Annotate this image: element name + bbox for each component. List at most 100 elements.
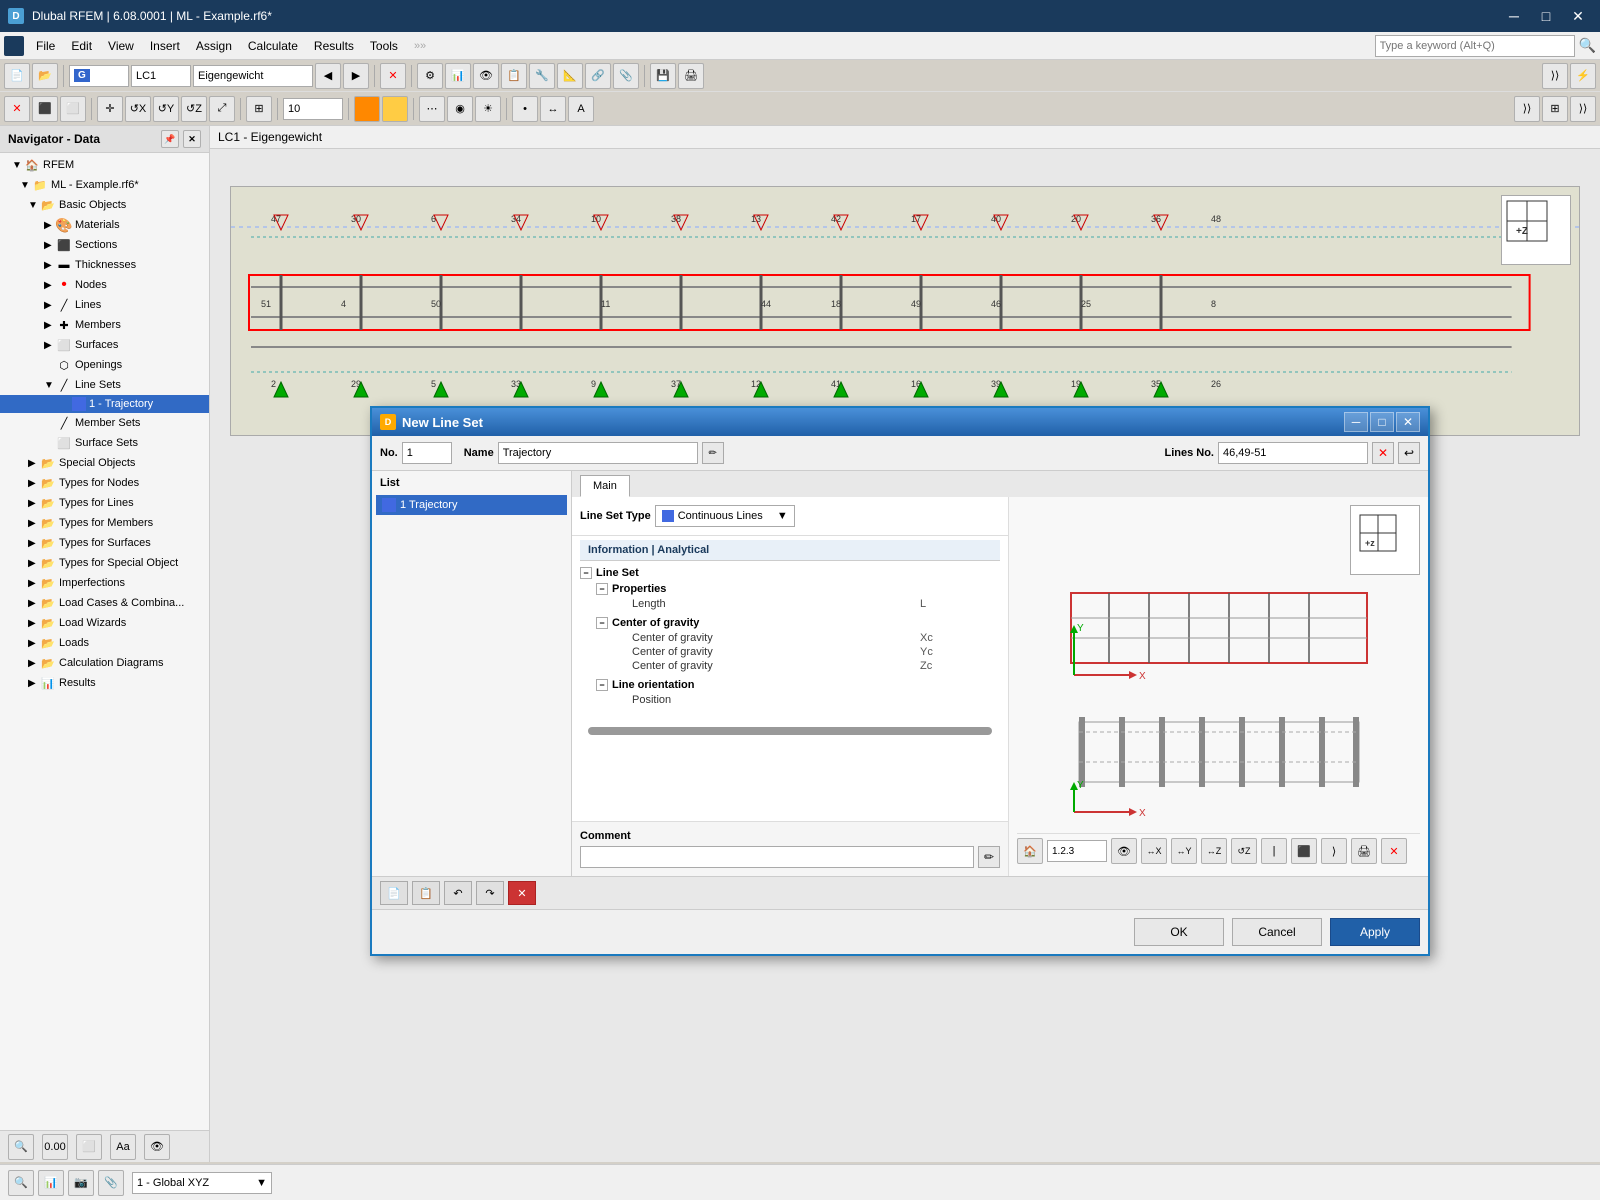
menu-file[interactable]: File bbox=[28, 35, 63, 57]
tb2-extra2[interactable]: ⟩⟩ bbox=[1570, 96, 1596, 122]
nav-btn1[interactable]: 🔍 bbox=[8, 1134, 34, 1160]
tb2-cube[interactable]: ⬛ bbox=[32, 96, 58, 122]
comment-input[interactable] bbox=[580, 846, 974, 868]
nav-types-members[interactable]: ▶ 📂 Types for Members bbox=[0, 513, 209, 533]
ok-button[interactable]: OK bbox=[1134, 918, 1224, 946]
prev-tb-home[interactable]: 🏠 bbox=[1017, 838, 1043, 864]
nav-surfaces[interactable]: ▶ ⬜ Surfaces bbox=[0, 335, 209, 355]
nav-types-nodes[interactable]: ▶ 📂 Types for Nodes bbox=[0, 473, 209, 493]
tb-icon2[interactable]: 📊 bbox=[445, 63, 471, 89]
nav-lines[interactable]: ▶ ╱ Lines bbox=[0, 295, 209, 315]
nav-btn4[interactable]: Aa bbox=[110, 1134, 136, 1160]
tb2-dim[interactable]: ↔ bbox=[540, 96, 566, 122]
nav-members[interactable]: ▶ ✚ Members bbox=[0, 315, 209, 335]
lines-no-input[interactable] bbox=[1218, 442, 1368, 464]
menu-tools[interactable]: Tools bbox=[362, 35, 406, 57]
nav-imperfections[interactable]: ▶ 📂 Imperfections bbox=[0, 573, 209, 593]
nav-btn5[interactable]: 👁 bbox=[144, 1134, 170, 1160]
dialog-maximize-btn[interactable]: □ bbox=[1370, 412, 1394, 432]
tb-icon7[interactable]: 🔗 bbox=[585, 63, 611, 89]
tb2-extra1[interactable]: ⟩⟩ bbox=[1514, 96, 1540, 122]
dtb-undo[interactable]: ↶ bbox=[444, 881, 472, 905]
nav-trajectory-item[interactable]: ▶ 1 - Trajectory bbox=[0, 395, 209, 413]
nav-sections[interactable]: ▶ ⬛ Sections bbox=[0, 235, 209, 255]
no-input[interactable] bbox=[402, 442, 452, 464]
tb-icon5[interactable]: 🔧 bbox=[529, 63, 555, 89]
dtb-new[interactable]: 📄 bbox=[380, 881, 408, 905]
tb2-roty[interactable]: ↺Y bbox=[153, 96, 179, 122]
tab-main[interactable]: Main bbox=[580, 475, 630, 497]
tb-icon8[interactable]: 📎 bbox=[613, 63, 639, 89]
prev-tb-scale[interactable]: 1.2.3 bbox=[1047, 840, 1107, 862]
name-edit-btn[interactable]: ✏ bbox=[702, 442, 724, 464]
prev-tb-rz[interactable]: ↺Z bbox=[1231, 838, 1257, 864]
nav-loadwizards[interactable]: ▶ 📂 Load Wizards bbox=[0, 613, 209, 633]
menu-calculate[interactable]: Calculate bbox=[240, 35, 306, 57]
nav-types-lines[interactable]: ▶ 📂 Types for Lines bbox=[0, 493, 209, 513]
tb-icon6[interactable]: 📐 bbox=[557, 63, 583, 89]
nav-nodes[interactable]: ▶ • Nodes bbox=[0, 275, 209, 295]
lines-reset-btn[interactable]: ↩ bbox=[1398, 442, 1420, 464]
tb-print[interactable]: 🖨 bbox=[678, 63, 704, 89]
tb2-nodes[interactable]: • bbox=[512, 96, 538, 122]
tb-icon4[interactable]: 📋 bbox=[501, 63, 527, 89]
nav-thicknesses[interactable]: ▶ ▬ Thicknesses bbox=[0, 255, 209, 275]
menu-assign[interactable]: Assign bbox=[188, 35, 240, 57]
name-input[interactable] bbox=[498, 442, 698, 464]
tb-icon3[interactable]: 👁 bbox=[473, 63, 499, 89]
prev-tb-tz[interactable]: ↔Z bbox=[1201, 838, 1227, 864]
dtb-delete[interactable]: ✕ bbox=[508, 881, 536, 905]
search-input[interactable] bbox=[1375, 35, 1575, 57]
tb2-rotz[interactable]: ↺Z bbox=[181, 96, 207, 122]
nav-btn3[interactable]: ⬜ bbox=[76, 1134, 102, 1160]
nav-special[interactable]: ▶ 📂 Special Objects bbox=[0, 453, 209, 473]
cancel-button[interactable]: Cancel bbox=[1232, 918, 1322, 946]
tb2-rotx[interactable]: ↺X bbox=[125, 96, 151, 122]
dialog-close-btn[interactable]: ✕ bbox=[1396, 412, 1420, 432]
nav-surfacesets[interactable]: ▶ ⬜ Surface Sets bbox=[0, 433, 209, 453]
prev-tb-arr[interactable]: ⟩ bbox=[1321, 838, 1347, 864]
nav-loads[interactable]: ▶ 📂 Loads bbox=[0, 633, 209, 653]
nav-types-surfaces[interactable]: ▶ 📂 Types for Surfaces bbox=[0, 533, 209, 553]
nav-linesets[interactable]: ▼ ╱ Line Sets bbox=[0, 375, 209, 395]
lc-name-box[interactable]: Eigengewicht bbox=[193, 65, 313, 87]
tb2-table[interactable]: ⊞ bbox=[1542, 96, 1568, 122]
prev-tb-ty[interactable]: ↔Y bbox=[1171, 838, 1197, 864]
tb-extra1[interactable]: ⟩⟩ bbox=[1542, 63, 1568, 89]
tb2-label[interactable]: A bbox=[568, 96, 594, 122]
canvas-drawing[interactable]: 47 30 6 34 10 38 13 42 17 40 20 36 48 51… bbox=[230, 186, 1580, 436]
tb2-render[interactable]: ◉ bbox=[447, 96, 473, 122]
dtb-copy[interactable]: 📋 bbox=[412, 881, 440, 905]
tb2-wire[interactable]: ⋯ bbox=[419, 96, 445, 122]
lineset-expand[interactable]: − bbox=[580, 567, 592, 579]
menu-insert[interactable]: Insert bbox=[142, 35, 188, 57]
lines-select-btn[interactable]: ✕ bbox=[1372, 442, 1394, 464]
tb2-cancel[interactable]: ✕ bbox=[4, 96, 30, 122]
nav-types-special[interactable]: ▶ 📂 Types for Special Object bbox=[0, 553, 209, 573]
nav-results[interactable]: ▶ 📊 Results bbox=[0, 673, 209, 693]
nav-pin-btn[interactable]: 📌 bbox=[161, 130, 179, 148]
nav-loadcases[interactable]: ▶ 📂 Load Cases & Combina... bbox=[0, 593, 209, 613]
list-item-trajectory[interactable]: 1 Trajectory bbox=[376, 495, 567, 515]
scroll-thumb[interactable] bbox=[588, 727, 992, 735]
tb2-color1[interactable] bbox=[354, 96, 380, 122]
menu-view[interactable]: View bbox=[100, 35, 142, 57]
tb2-move[interactable]: ✛ bbox=[97, 96, 123, 122]
maximize-button[interactable]: □ bbox=[1532, 4, 1560, 28]
bottom-btn2[interactable]: 📊 bbox=[38, 1170, 64, 1196]
tb2-light[interactable]: ☀ bbox=[475, 96, 501, 122]
prev-tb-print[interactable]: 🖨 bbox=[1351, 838, 1377, 864]
ls-type-dropdown[interactable]: Continuous Lines ▼ bbox=[655, 505, 795, 527]
menu-edit[interactable]: Edit bbox=[63, 35, 100, 57]
cog-expand[interactable]: − bbox=[596, 617, 608, 629]
nav-calc-diagrams[interactable]: ▶ 📂 Calculation Diagrams bbox=[0, 653, 209, 673]
tb2-scale[interactable]: ⤢ bbox=[209, 96, 235, 122]
prev-tb-view[interactable]: 👁 bbox=[1111, 838, 1137, 864]
prev-tb-tx[interactable]: ↔X bbox=[1141, 838, 1167, 864]
orientation-expand[interactable]: − bbox=[596, 679, 608, 691]
tb2-color2[interactable] bbox=[382, 96, 408, 122]
tb-delete[interactable]: ✕ bbox=[380, 63, 406, 89]
menu-results[interactable]: Results bbox=[306, 35, 362, 57]
tb-next[interactable]: ▶ bbox=[343, 63, 369, 89]
comment-edit-btn[interactable]: ✏ bbox=[978, 846, 1000, 868]
